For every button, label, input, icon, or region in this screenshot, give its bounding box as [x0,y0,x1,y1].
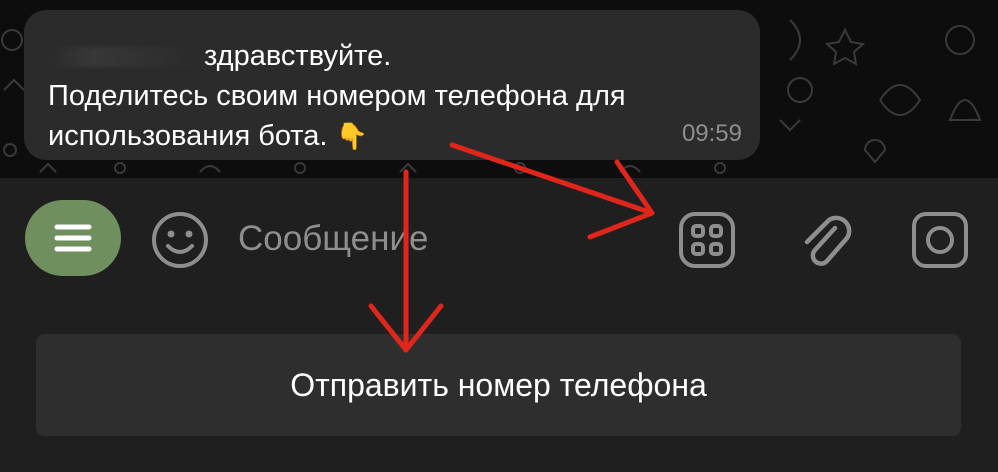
composer-bar [0,178,998,298]
camera-icon[interactable] [910,210,970,270]
paperclip-icon[interactable] [795,210,855,270]
message-time: 09:59 [681,120,742,147]
message-bubble: здравствуйте. Поделитесь своим номером т… [24,10,760,160]
bot-menu-button[interactable] [25,200,121,276]
message-line-3: использования бота. [48,120,328,152]
message-line-2: Поделитесь своим номером телефона для [48,80,626,112]
message-text: здравствуйте. Поделитесь своим номером т… [48,36,748,157]
smile-icon[interactable] [150,210,210,270]
pointing-down-emoji: 👇 [335,122,368,152]
send-phone-number-button[interactable]: Отправить номер телефона [36,334,961,436]
chat-area: здравствуйте. Поделитесь своим номером т… [0,0,998,178]
message-input[interactable] [236,214,640,264]
message-line-1: здравствуйте. [204,40,392,72]
redacted-name [48,47,198,68]
reply-keyboard: Отправить номер телефона [0,298,998,472]
grid-icon[interactable] [677,210,737,270]
menu-icon [54,224,92,252]
